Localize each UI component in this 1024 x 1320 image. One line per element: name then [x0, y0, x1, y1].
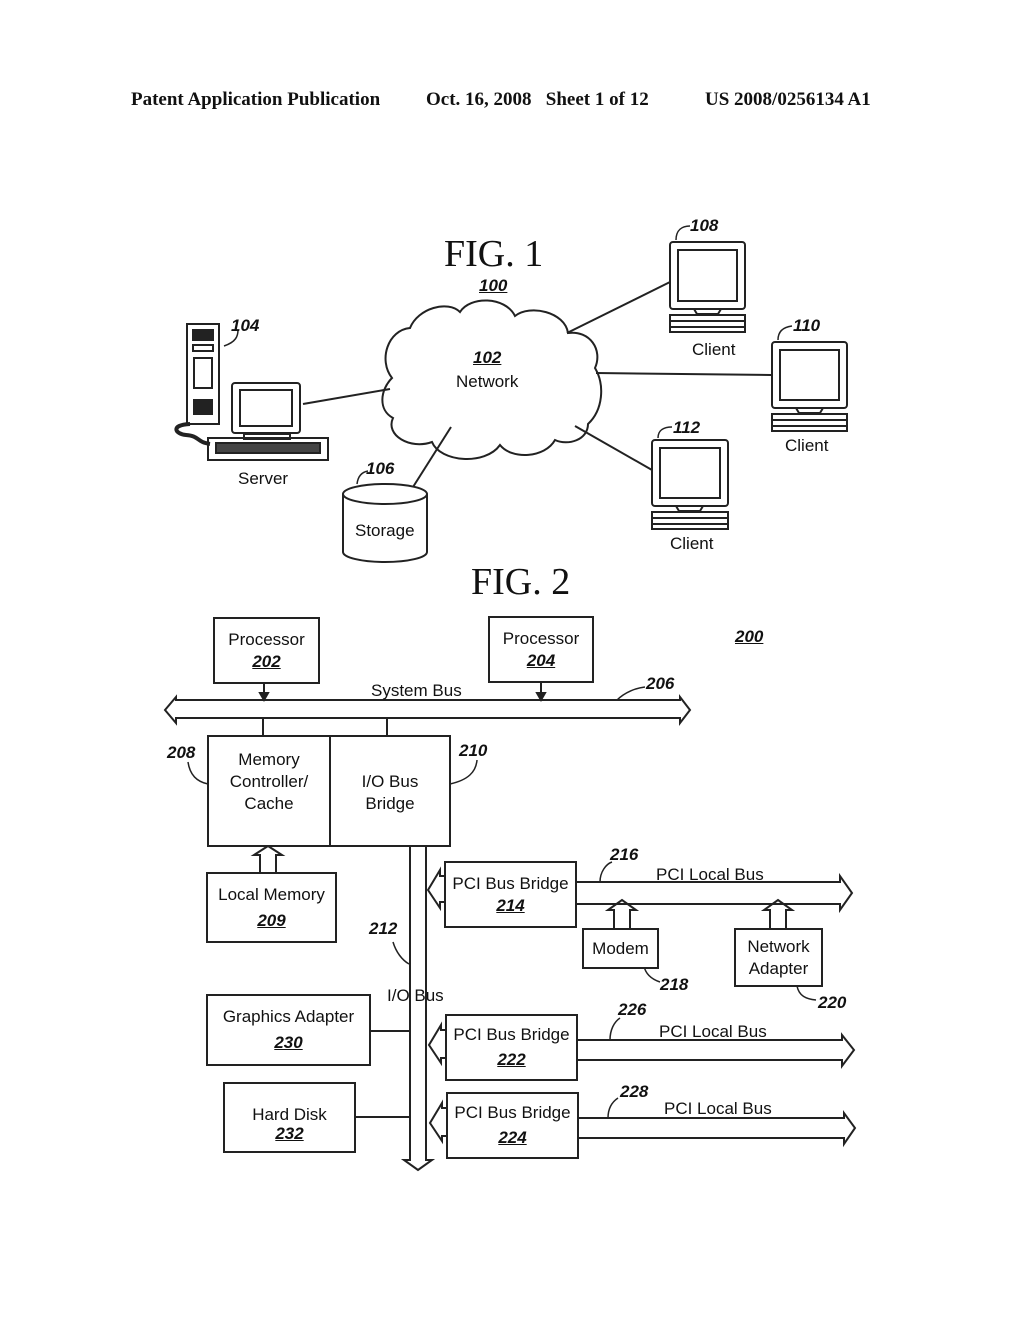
graphics-adapter-ref: 230 — [274, 1033, 303, 1052]
processor-204-label: Processor — [502, 628, 580, 648]
local-memory-label: Local Memory — [218, 884, 325, 904]
modem-label: Modem — [592, 938, 649, 958]
pci-bridge-222-ref: 222 — [497, 1050, 526, 1069]
pci-bridge-214-label: PCI Bus Bridge — [452, 873, 569, 893]
local-memory-ref: 209 — [257, 910, 286, 930]
pci-local-bus-226-ref: 226 — [618, 1000, 647, 1019]
io-bus-bridge-line1: I/O Bus — [361, 772, 419, 791]
pci-bridge-214-box: PCI Bus Bridge 214 — [444, 861, 577, 928]
pci-bridge-224-ref: 224 — [498, 1128, 527, 1147]
pci-bridge-224-label: PCI Bus Bridge — [454, 1103, 571, 1122]
processor-204-box: Processor 204 — [488, 616, 594, 683]
client-112-ref: 112 — [673, 418, 701, 437]
processor-202-box: Processor 202 — [213, 617, 320, 684]
io-bus-ref: 212 — [369, 919, 398, 938]
processor-202-label: Processor — [228, 629, 305, 649]
network-links — [302, 281, 772, 488]
pci-local-bus-228-label: PCI Local Bus — [664, 1099, 772, 1118]
client-108-ref: 108 — [690, 216, 719, 235]
client-112-label: Client — [670, 534, 714, 553]
hard-disk-label: Hard Disk — [252, 1104, 327, 1124]
memory-controller-ref: 208 — [167, 743, 196, 762]
fig1-ref: 100 — [479, 276, 508, 295]
pci-bridge-222-label: PCI Bus Bridge — [453, 1025, 570, 1044]
system-bus-ref: 206 — [646, 674, 675, 693]
network-adapter-box: Network Adapter — [734, 928, 823, 987]
client-110-icon — [771, 325, 848, 432]
modem-ref: 218 — [660, 975, 689, 994]
client-110-ref: 110 — [793, 316, 821, 335]
io-bus-bridge-box: I/O Bus Bridge — [329, 735, 451, 847]
fig1-title: FIG. 1 — [444, 233, 544, 275]
client-112-icon — [651, 426, 729, 530]
network-label: Network — [456, 372, 519, 391]
modem-box: Modem — [582, 928, 659, 969]
pci-local-bus-226-label: PCI Local Bus — [659, 1022, 767, 1041]
system-bus-label: System Bus — [371, 681, 462, 700]
network-adapter-line2: Adapter — [748, 958, 809, 978]
storage-ref: 106 — [366, 459, 395, 478]
pci-bridge-224-box: PCI Bus Bridge 224 — [446, 1092, 579, 1159]
fig2-ref: 200 — [735, 627, 764, 646]
storage-label: Storage — [355, 521, 415, 540]
processor-204-ref: 204 — [526, 650, 556, 670]
client-108-label: Client — [692, 340, 736, 359]
server-ref: 104 — [231, 316, 260, 335]
pci-bridge-214-ref: 214 — [496, 895, 525, 915]
memory-controller-line2: Controller/ — [229, 772, 309, 791]
pci-local-bus-228-ref: 228 — [620, 1082, 649, 1101]
memory-controller-line1: Memory — [238, 750, 300, 769]
memory-controller-box: Memory Controller/ Cache — [207, 735, 331, 847]
network-adapter-line1: Network — [747, 936, 810, 956]
network-adapter-ref: 220 — [818, 993, 847, 1012]
graphics-adapter-label: Graphics Adapter — [222, 1007, 355, 1026]
io-bus-arrow — [400, 846, 436, 1172]
local-memory-box: Local Memory 209 — [206, 872, 337, 943]
client-108-icon — [669, 225, 746, 333]
network-ref: 102 — [473, 348, 502, 367]
memory-controller-line3: Cache — [244, 794, 294, 813]
server-icon — [174, 323, 329, 461]
client-110-label: Client — [785, 436, 829, 455]
hard-disk-ref: 232 — [275, 1123, 304, 1143]
hard-disk-box: Hard Disk 232 — [223, 1082, 356, 1153]
pci-local-bus-216-label: PCI Local Bus — [656, 865, 764, 884]
io-bus-bridge-ref: 210 — [459, 741, 488, 760]
pci-bridge-222-box: PCI Bus Bridge 222 — [445, 1014, 578, 1081]
io-bus-label: I/O Bus — [387, 986, 444, 1005]
server-label: Server — [238, 469, 289, 488]
local-memory-arrow — [250, 844, 286, 872]
processor-202-ref: 202 — [252, 651, 281, 671]
graphics-adapter-box: Graphics Adapter 230 — [206, 994, 371, 1066]
io-bus-bridge-line2: Bridge — [365, 794, 415, 813]
fig2-title: FIG. 2 — [471, 561, 571, 603]
pci-local-bus-216-ref: 216 — [610, 845, 639, 864]
